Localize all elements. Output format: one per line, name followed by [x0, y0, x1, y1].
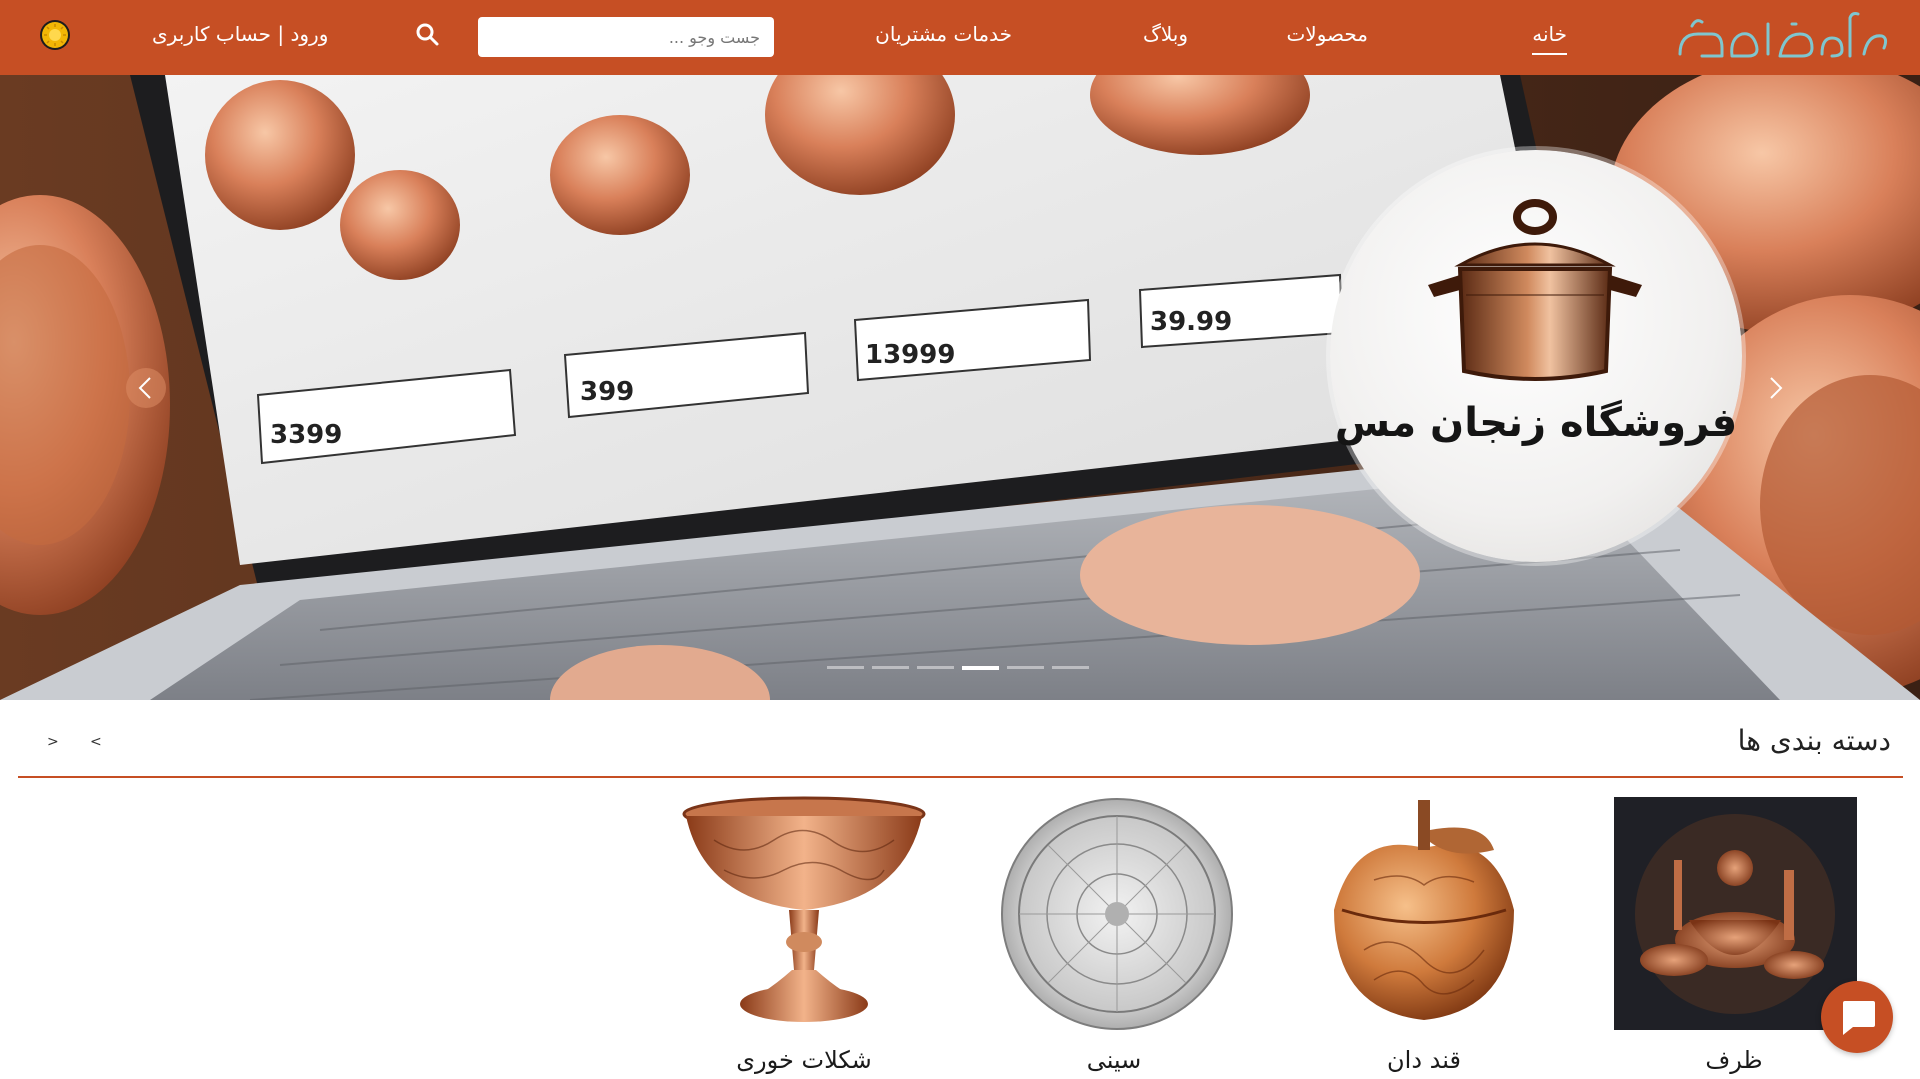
- category-label: قند دان: [1387, 1046, 1461, 1074]
- copper-footed-bowl: [682, 796, 926, 1022]
- slider-next-button[interactable]: [1755, 368, 1795, 408]
- chat-bubble-icon: [1843, 1001, 1875, 1035]
- category-label: شکلات خوری: [736, 1046, 872, 1074]
- slider-dot[interactable]: [1007, 666, 1044, 669]
- categories-header: دسته بندی ها > <: [18, 700, 1903, 778]
- nav-blog[interactable]: وبلاگ: [1143, 22, 1188, 46]
- slider-dot[interactable]: [827, 666, 864, 669]
- category-card-dishes[interactable]: ظرف: [1604, 790, 1864, 1079]
- svg-text:3399: 3399: [270, 420, 342, 450]
- svg-text:399: 399: [580, 377, 634, 407]
- hero-slider: 3399 399 13999 39.99 فروشگاه زنجان مس: [0, 75, 1920, 700]
- slider-dot[interactable]: [962, 666, 999, 670]
- category-label: ظرف: [1705, 1046, 1763, 1074]
- svg-text:39.99: 39.99: [1150, 307, 1232, 337]
- search-input[interactable]: [478, 17, 774, 57]
- category-card-sugar-bowl[interactable]: قند دان: [1294, 790, 1554, 1079]
- chevron-right-icon: [1770, 377, 1783, 399]
- category-label: سینی: [1086, 1046, 1142, 1074]
- slider-prev-button[interactable]: [126, 368, 166, 408]
- categories-prev-button[interactable]: <: [90, 734, 102, 750]
- chat-button[interactable]: [1821, 981, 1893, 1053]
- svg-text:13999: 13999: [865, 340, 955, 370]
- categories-next-button[interactable]: >: [47, 734, 59, 750]
- copper-apple-sugar-bowl: [1334, 800, 1514, 1020]
- search-icon[interactable]: [413, 20, 443, 50]
- category-card-tray[interactable]: سینی: [984, 790, 1244, 1079]
- category-card-chocolate-bowl[interactable]: شکلات خوری: [674, 790, 934, 1079]
- nav-products[interactable]: محصولات: [1286, 22, 1368, 46]
- brand-logo[interactable]: [1672, 4, 1892, 70]
- copper-pot-icon: [1428, 199, 1642, 381]
- theme-toggle[interactable]: [40, 20, 70, 50]
- top-navbar: خانه محصولات وبلاگ خدمات مشتریان ورود | …: [0, 0, 1920, 75]
- copper-cookware-collage: [1614, 797, 1857, 1030]
- nav-customer-services[interactable]: خدمات مشتریان: [875, 22, 1012, 46]
- sun-icon: [42, 22, 68, 48]
- slider-dot[interactable]: [917, 666, 954, 669]
- login-account-link[interactable]: ورود | حساب کاربری: [152, 22, 328, 46]
- store-title: فروشگاه زنجان مس: [1334, 400, 1738, 446]
- slider-dot[interactable]: [1052, 666, 1089, 669]
- engraved-silver-tray: [1001, 798, 1233, 1030]
- slider-dot[interactable]: [872, 666, 909, 669]
- nav-home[interactable]: خانه: [1532, 22, 1567, 55]
- store-badge: فروشگاه زنجان مس: [1330, 150, 1742, 562]
- categories-title: دسته بندی ها: [1737, 724, 1891, 757]
- chevron-left-icon: [138, 377, 151, 399]
